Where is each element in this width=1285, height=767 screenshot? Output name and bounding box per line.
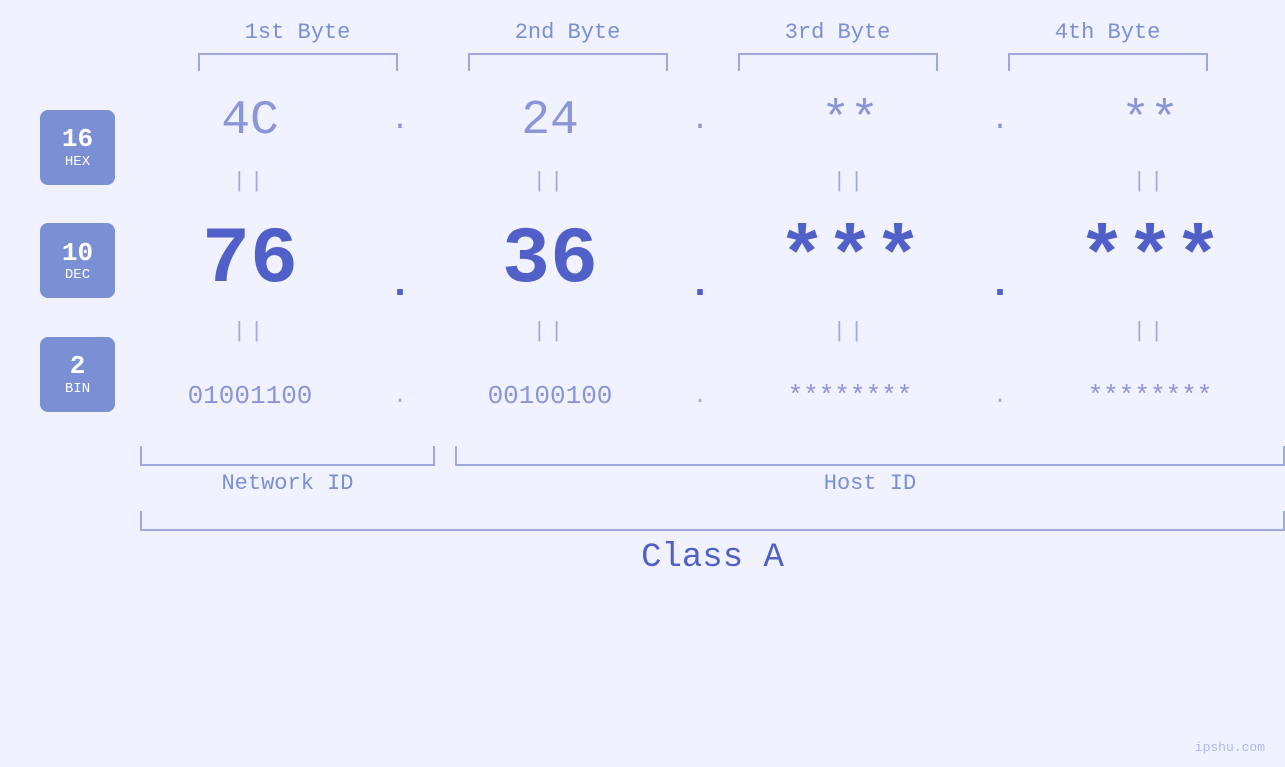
id-labels: Network ID Host ID: [140, 471, 1285, 496]
hex-dot-1: .: [385, 104, 415, 138]
sep2-cell-2: ||: [415, 319, 685, 344]
byte-label-3: 3rd Byte: [785, 20, 891, 45]
sep2-cell-3: ||: [715, 319, 985, 344]
hex-badge: 16 HEX: [40, 110, 115, 185]
sep-row-dec-bin: || || || ||: [115, 311, 1285, 351]
dec-row: 76 . 36 . *** . ***: [115, 201, 1285, 311]
bin-val-4: ********: [1088, 381, 1213, 411]
byte-label-1: 1st Byte: [245, 20, 351, 45]
hex-name: HEX: [65, 154, 90, 170]
base-labels-column: 16 HEX 10 DEC 2 BIN: [40, 81, 115, 441]
sep-row-hex-dec: || || || ||: [115, 161, 1285, 201]
bin-row: 01001100 . 00100100 . ******** . *******…: [115, 351, 1285, 441]
hex-cell-1: 4C: [115, 94, 385, 148]
byte-labels-row: 1st Byte 2nd Byte 3rd Byte 4th Byte: [0, 20, 1285, 71]
sep-cell-1: ||: [115, 169, 385, 194]
host-bracket: [455, 446, 1285, 466]
byte-col-2: 2nd Byte: [433, 20, 703, 71]
dec-name: DEC: [65, 267, 90, 283]
bin-cell-2: 00100100: [415, 381, 685, 411]
network-bracket: [140, 446, 435, 466]
class-label: Class A: [140, 539, 1285, 577]
bracket-top-2: [468, 53, 668, 71]
bottom-area: Network ID Host ID Class A: [0, 446, 1285, 577]
hex-cell-2: 24: [415, 94, 685, 148]
main-content: 16 HEX 10 DEC 2 BIN 4C . 24 . ** .: [0, 81, 1285, 441]
dec-dot-2: .: [685, 236, 715, 306]
bin-name: BIN: [65, 381, 90, 397]
bracket-top-4: [1008, 53, 1208, 71]
bin-cell-1: 01001100: [115, 381, 385, 411]
sep-cell-2: ||: [415, 169, 685, 194]
dec-dot-1: .: [385, 236, 415, 306]
bin-val-1: 01001100: [188, 381, 313, 411]
bin-number: 2: [70, 352, 86, 381]
dec-number: 10: [62, 239, 93, 268]
outer-bracket: [140, 511, 1285, 531]
hex-cell-4: **: [1015, 94, 1285, 148]
byte-label-2: 2nd Byte: [515, 20, 621, 45]
bin-val-2: 00100100: [488, 381, 613, 411]
dec-cell-1: 76: [115, 215, 385, 306]
hex-dot-2: .: [685, 104, 715, 138]
byte-col-1: 1st Byte: [163, 20, 433, 71]
dec-badge: 10 DEC: [40, 223, 115, 298]
sep2-cell-1: ||: [115, 319, 385, 344]
bracket-top-3: [738, 53, 938, 71]
sep-cell-4: ||: [1015, 169, 1285, 194]
bin-badge: 2 BIN: [40, 337, 115, 412]
bin-val-3: ********: [788, 381, 913, 411]
byte-col-3: 3rd Byte: [703, 20, 973, 71]
dec-cell-4: ***: [1015, 215, 1285, 306]
watermark: ipshu.com: [1195, 740, 1265, 755]
bin-cell-4: ********: [1015, 381, 1285, 411]
sep-cell-3: ||: [715, 169, 985, 194]
bin-dot-2: .: [685, 384, 715, 409]
bracket-row: [140, 446, 1285, 466]
host-id-label: Host ID: [455, 471, 1285, 496]
hex-cell-3: **: [715, 94, 985, 148]
data-rows: 4C . 24 . ** . ** || || || ||: [115, 81, 1285, 441]
bin-dot-3: .: [985, 384, 1015, 409]
bin-dot-1: .: [385, 384, 415, 409]
hex-row: 4C . 24 . ** . **: [115, 81, 1285, 161]
dec-cell-2: 36: [415, 215, 685, 306]
dec-val-4: ***: [1078, 215, 1222, 306]
hex-val-1: 4C: [221, 94, 279, 148]
network-id-label: Network ID: [140, 471, 435, 496]
bin-cell-3: ********: [715, 381, 985, 411]
dec-dot-3: .: [985, 236, 1015, 306]
hex-val-4: **: [1121, 94, 1179, 148]
dec-val-3: ***: [778, 215, 922, 306]
bracket-top-1: [198, 53, 398, 71]
dec-val-2: 36: [502, 215, 598, 306]
hex-number: 16: [62, 125, 93, 154]
hex-val-2: 24: [521, 94, 579, 148]
hex-val-3: **: [821, 94, 879, 148]
byte-label-4: 4th Byte: [1055, 20, 1161, 45]
hex-dot-3: .: [985, 104, 1015, 138]
byte-col-4: 4th Byte: [973, 20, 1243, 71]
sep2-cell-4: ||: [1015, 319, 1285, 344]
dec-cell-3: ***: [715, 215, 985, 306]
dec-val-1: 76: [202, 215, 298, 306]
